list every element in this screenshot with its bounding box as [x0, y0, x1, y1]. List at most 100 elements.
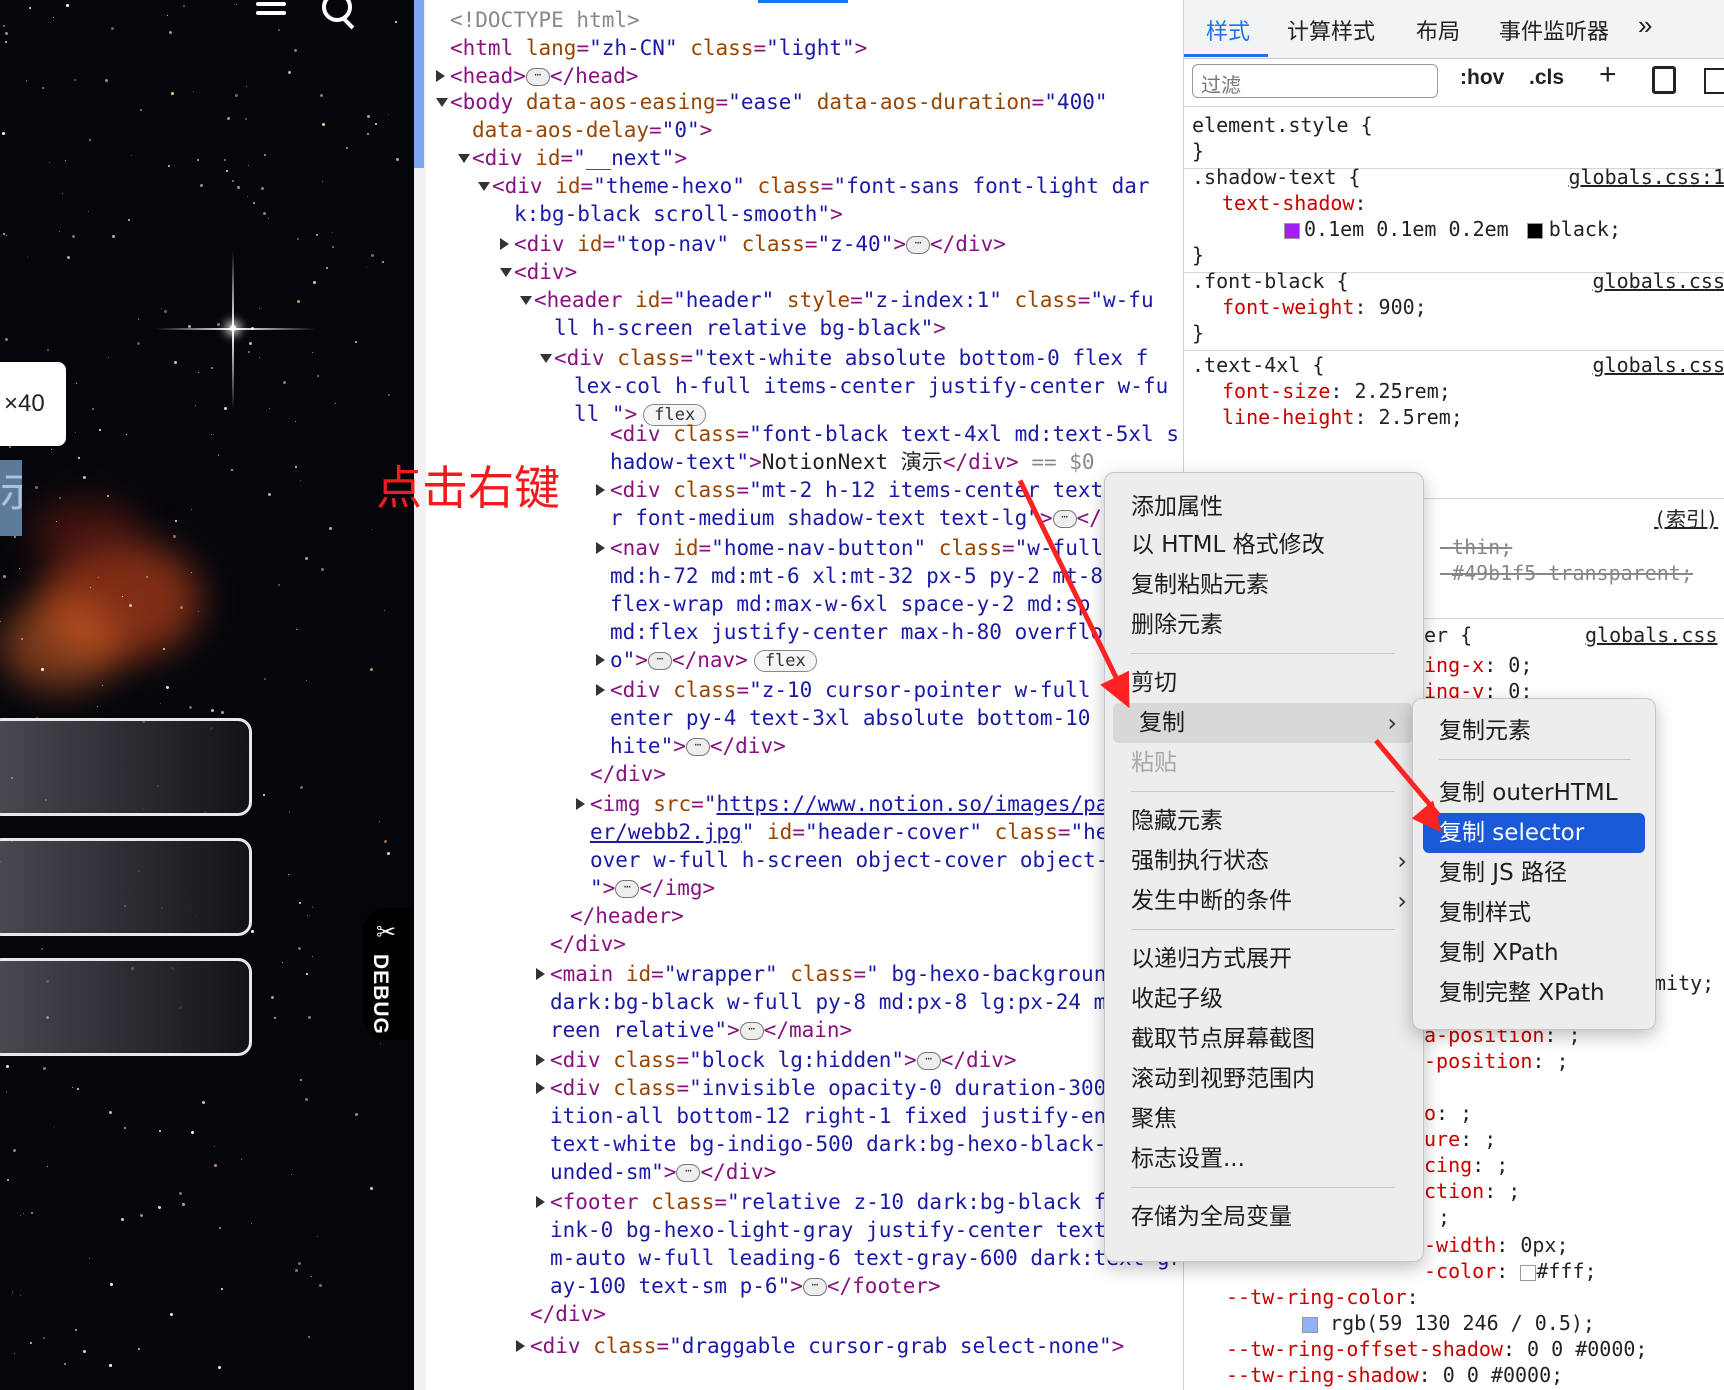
collapse-triangle-icon[interactable]	[436, 98, 448, 107]
dom-node-line[interactable]: </div>	[530, 1300, 606, 1328]
dom-node-line[interactable]: flex-wrap md:max-w-6xl space-y-2 md:sp	[610, 590, 1090, 618]
context-menu-item[interactable]: 隐藏元素	[1105, 801, 1423, 841]
dom-node-line[interactable]: lex-col h-full items-center justify-cent…	[574, 372, 1168, 400]
more-tabs-icon[interactable]: »	[1638, 10, 1652, 41]
dom-node-line[interactable]: o"> ⋯ </nav> flex	[610, 646, 817, 674]
elements-panel[interactable]: <!DOCTYPE html> <html lang="zh-CN" class=…	[426, 0, 1183, 1390]
tab-event-listeners[interactable]: 事件监听器	[1499, 14, 1609, 46]
expand-triangle-icon[interactable]	[596, 654, 605, 666]
copy-submenu[interactable]: 复制元素 复制 outerHTML 复制 selector 复制 JS 路径 复制样式复…	[1412, 698, 1656, 1030]
context-menu-item[interactable]: 截取节点屏幕截图	[1105, 1019, 1423, 1059]
context-menu-item[interactable]: 发生中断的条件 ›	[1105, 881, 1423, 921]
context-menu-item[interactable]: 滚动到视野范围内	[1105, 1059, 1423, 1099]
tab-layout[interactable]: 布局	[1416, 14, 1460, 46]
copy-submenu-item[interactable]: 复制 JS 路径	[1413, 853, 1655, 893]
context-menu-item[interactable]: 存储为全局变量	[1105, 1197, 1423, 1237]
dom-node-line[interactable]: <div class="text-white absolute bottom-0…	[554, 344, 1148, 372]
dom-node-line[interactable]: <div class="invisible opacity-0 duration…	[550, 1074, 1106, 1102]
dom-node-line[interactable]: dark:bg-black w-full py-8 md:px-8 lg:px-…	[550, 988, 1119, 1016]
collapsed-content-icon[interactable]: ⋯	[525, 68, 550, 86]
dom-node-line[interactable]: er/webb2.jpg" id="header-cover" class="h…	[590, 818, 1121, 846]
tab-styles[interactable]: 样式	[1206, 14, 1250, 46]
search-icon[interactable]	[322, 0, 352, 22]
dom-node-line[interactable]: md:flex justify-center max-h-80 overflo	[610, 618, 1103, 646]
dom-node-line[interactable]: <header id="header" style="z-index:1" cl…	[534, 286, 1154, 314]
context-menu-item[interactable]: 复制粘贴元素	[1105, 565, 1423, 605]
copy-submenu-item[interactable]: 复制完整 XPath	[1413, 973, 1655, 1013]
copy-submenu-item[interactable]: 复制元素	[1413, 711, 1655, 751]
dom-node-line[interactable]: enter py-4 text-3xl absolute bottom-10 t	[610, 704, 1116, 732]
dom-node-line[interactable]: <!DOCTYPE html>	[450, 6, 640, 34]
dom-node-line[interactable]: hadow-text">NotionNext 演示</div> == $0	[610, 448, 1095, 476]
nav-card[interactable]	[0, 838, 252, 936]
context-menu-item[interactable]: 以递归方式展开	[1105, 939, 1423, 979]
new-rule-icon[interactable]: +	[1599, 58, 1617, 92]
preview-scrollbar[interactable]	[414, 0, 426, 1390]
collapsed-content-icon[interactable]: ⋯	[802, 1278, 827, 1296]
dom-node-line[interactable]: "> ⋯ </img>	[590, 874, 715, 902]
dom-node-line[interactable]: ink-0 bg-hexo-light-gray justify-center …	[550, 1216, 1183, 1244]
copy-submenu-item[interactable]: 复制 outerHTML	[1413, 773, 1655, 813]
context-menu-item[interactable]: 添加属性	[1105, 487, 1423, 527]
dom-node-line[interactable]: ay-100 text-sm p-6"> ⋯ </footer>	[550, 1272, 941, 1300]
context-menu-item[interactable]: 删除元素	[1105, 605, 1423, 645]
context-menu-item[interactable]: 收起子级	[1105, 979, 1423, 1019]
nav-card[interactable]	[0, 718, 252, 816]
dom-node-line[interactable]: <div id="__next">	[472, 144, 687, 172]
collapsed-content-icon[interactable]: ⋯	[916, 1052, 941, 1070]
css-property[interactable]: 0.1em 0.1em 0.2em black;	[1284, 216, 1621, 242]
dom-node-line[interactable]: <img src="https://www.notion.so/images/p…	[590, 790, 1121, 818]
expand-triangle-icon[interactable]	[536, 968, 545, 980]
dom-node-line[interactable]: <body data-aos-easing="ease" data-aos-du…	[450, 88, 1108, 116]
dom-node-line[interactable]: <div>	[514, 258, 577, 286]
css-property[interactable]: font-weight: 900;	[1222, 294, 1427, 320]
source-link[interactable]: globals.css	[1593, 268, 1724, 294]
expand-triangle-icon[interactable]	[596, 684, 605, 696]
color-swatch[interactable]	[1526, 222, 1543, 239]
dom-node-line[interactable]: <div class="block lg:hidden"> ⋯ </div>	[550, 1046, 1017, 1074]
collapsed-content-icon[interactable]: ⋯	[906, 236, 930, 254]
context-menu-item[interactable]: 标志设置...	[1105, 1139, 1423, 1179]
expand-triangle-icon[interactable]	[536, 1082, 545, 1094]
collapse-triangle-icon[interactable]	[520, 296, 532, 305]
css-property[interactable]: font-size: 2.25rem;	[1222, 378, 1451, 404]
copy-submenu-item[interactable]: 复制样式	[1413, 893, 1655, 933]
context-menu-item[interactable]: 强制执行状态 ›	[1105, 841, 1423, 881]
dom-node-line[interactable]: r font-medium shadow-text text-lg"> ⋯ </	[610, 504, 1102, 532]
dom-node-line[interactable]: <div class="draggable cursor-grab select…	[530, 1332, 1124, 1360]
collapsed-content-icon[interactable]: ⋯	[647, 652, 672, 670]
collapse-triangle-icon[interactable]	[458, 154, 470, 163]
context-menu-item[interactable]: 复制 ›	[1113, 703, 1413, 743]
collapse-triangle-icon[interactable]	[500, 268, 512, 277]
dom-node-line[interactable]: unded-sm"> ⋯ </div>	[550, 1158, 776, 1186]
shadow-editor-icon[interactable]	[1284, 222, 1300, 239]
dom-node-line[interactable]: <nav id="home-nav-button" class="w-full	[610, 534, 1103, 562]
source-link[interactable]: globals.css	[1593, 352, 1724, 378]
dom-node-line[interactable]: </div>	[550, 930, 626, 958]
dom-node-line[interactable]: data-aos-delay="0">	[472, 116, 712, 144]
dom-node-line[interactable]: <main id="wrapper" class=" bg-hexo-backg…	[550, 960, 1119, 988]
collapsed-content-icon[interactable]: ⋯	[685, 738, 710, 756]
dom-node-line[interactable]: </div>	[590, 760, 666, 788]
collapsed-content-icon[interactable]: ⋯	[676, 1164, 701, 1182]
dom-node-line[interactable]: <div id="theme-hexo" class="font-sans fo…	[492, 172, 1150, 200]
expand-triangle-icon[interactable]	[536, 1054, 545, 1066]
dom-node-line[interactable]: m-auto w-full leading-6 text-gray-600 da…	[550, 1244, 1182, 1272]
filter-input[interactable]: 过滤	[1192, 64, 1438, 98]
collapsed-content-icon[interactable]: ⋯	[739, 1022, 764, 1040]
expand-triangle-icon[interactable]	[500, 238, 509, 250]
cls-toggle[interactable]: .cls	[1529, 66, 1564, 90]
dom-node-line[interactable]: <div class="mt-2 h-12 items-center text-	[610, 476, 1116, 504]
expand-triangle-icon[interactable]	[596, 484, 605, 496]
dom-node-line[interactable]: <div class="z-10 cursor-pointer w-full t	[610, 676, 1116, 704]
expand-triangle-icon[interactable]	[596, 542, 605, 554]
collapse-triangle-icon[interactable]	[540, 354, 552, 363]
expand-triangle-icon[interactable]	[576, 798, 585, 810]
css-property[interactable]: line-height: 2.5rem;	[1222, 404, 1463, 430]
context-menu-item[interactable]: 剪切	[1105, 663, 1423, 703]
dom-node-line[interactable]: </header>	[570, 902, 684, 930]
context-menu-item[interactable]: 以 HTML 格式修改	[1105, 525, 1423, 565]
dom-node-line[interactable]: ition-all bottom-12 right-1 fixed justif…	[550, 1102, 1119, 1130]
tab-computed[interactable]: 计算样式	[1287, 14, 1375, 46]
source-link[interactable]: globals.css:1	[1568, 164, 1724, 190]
